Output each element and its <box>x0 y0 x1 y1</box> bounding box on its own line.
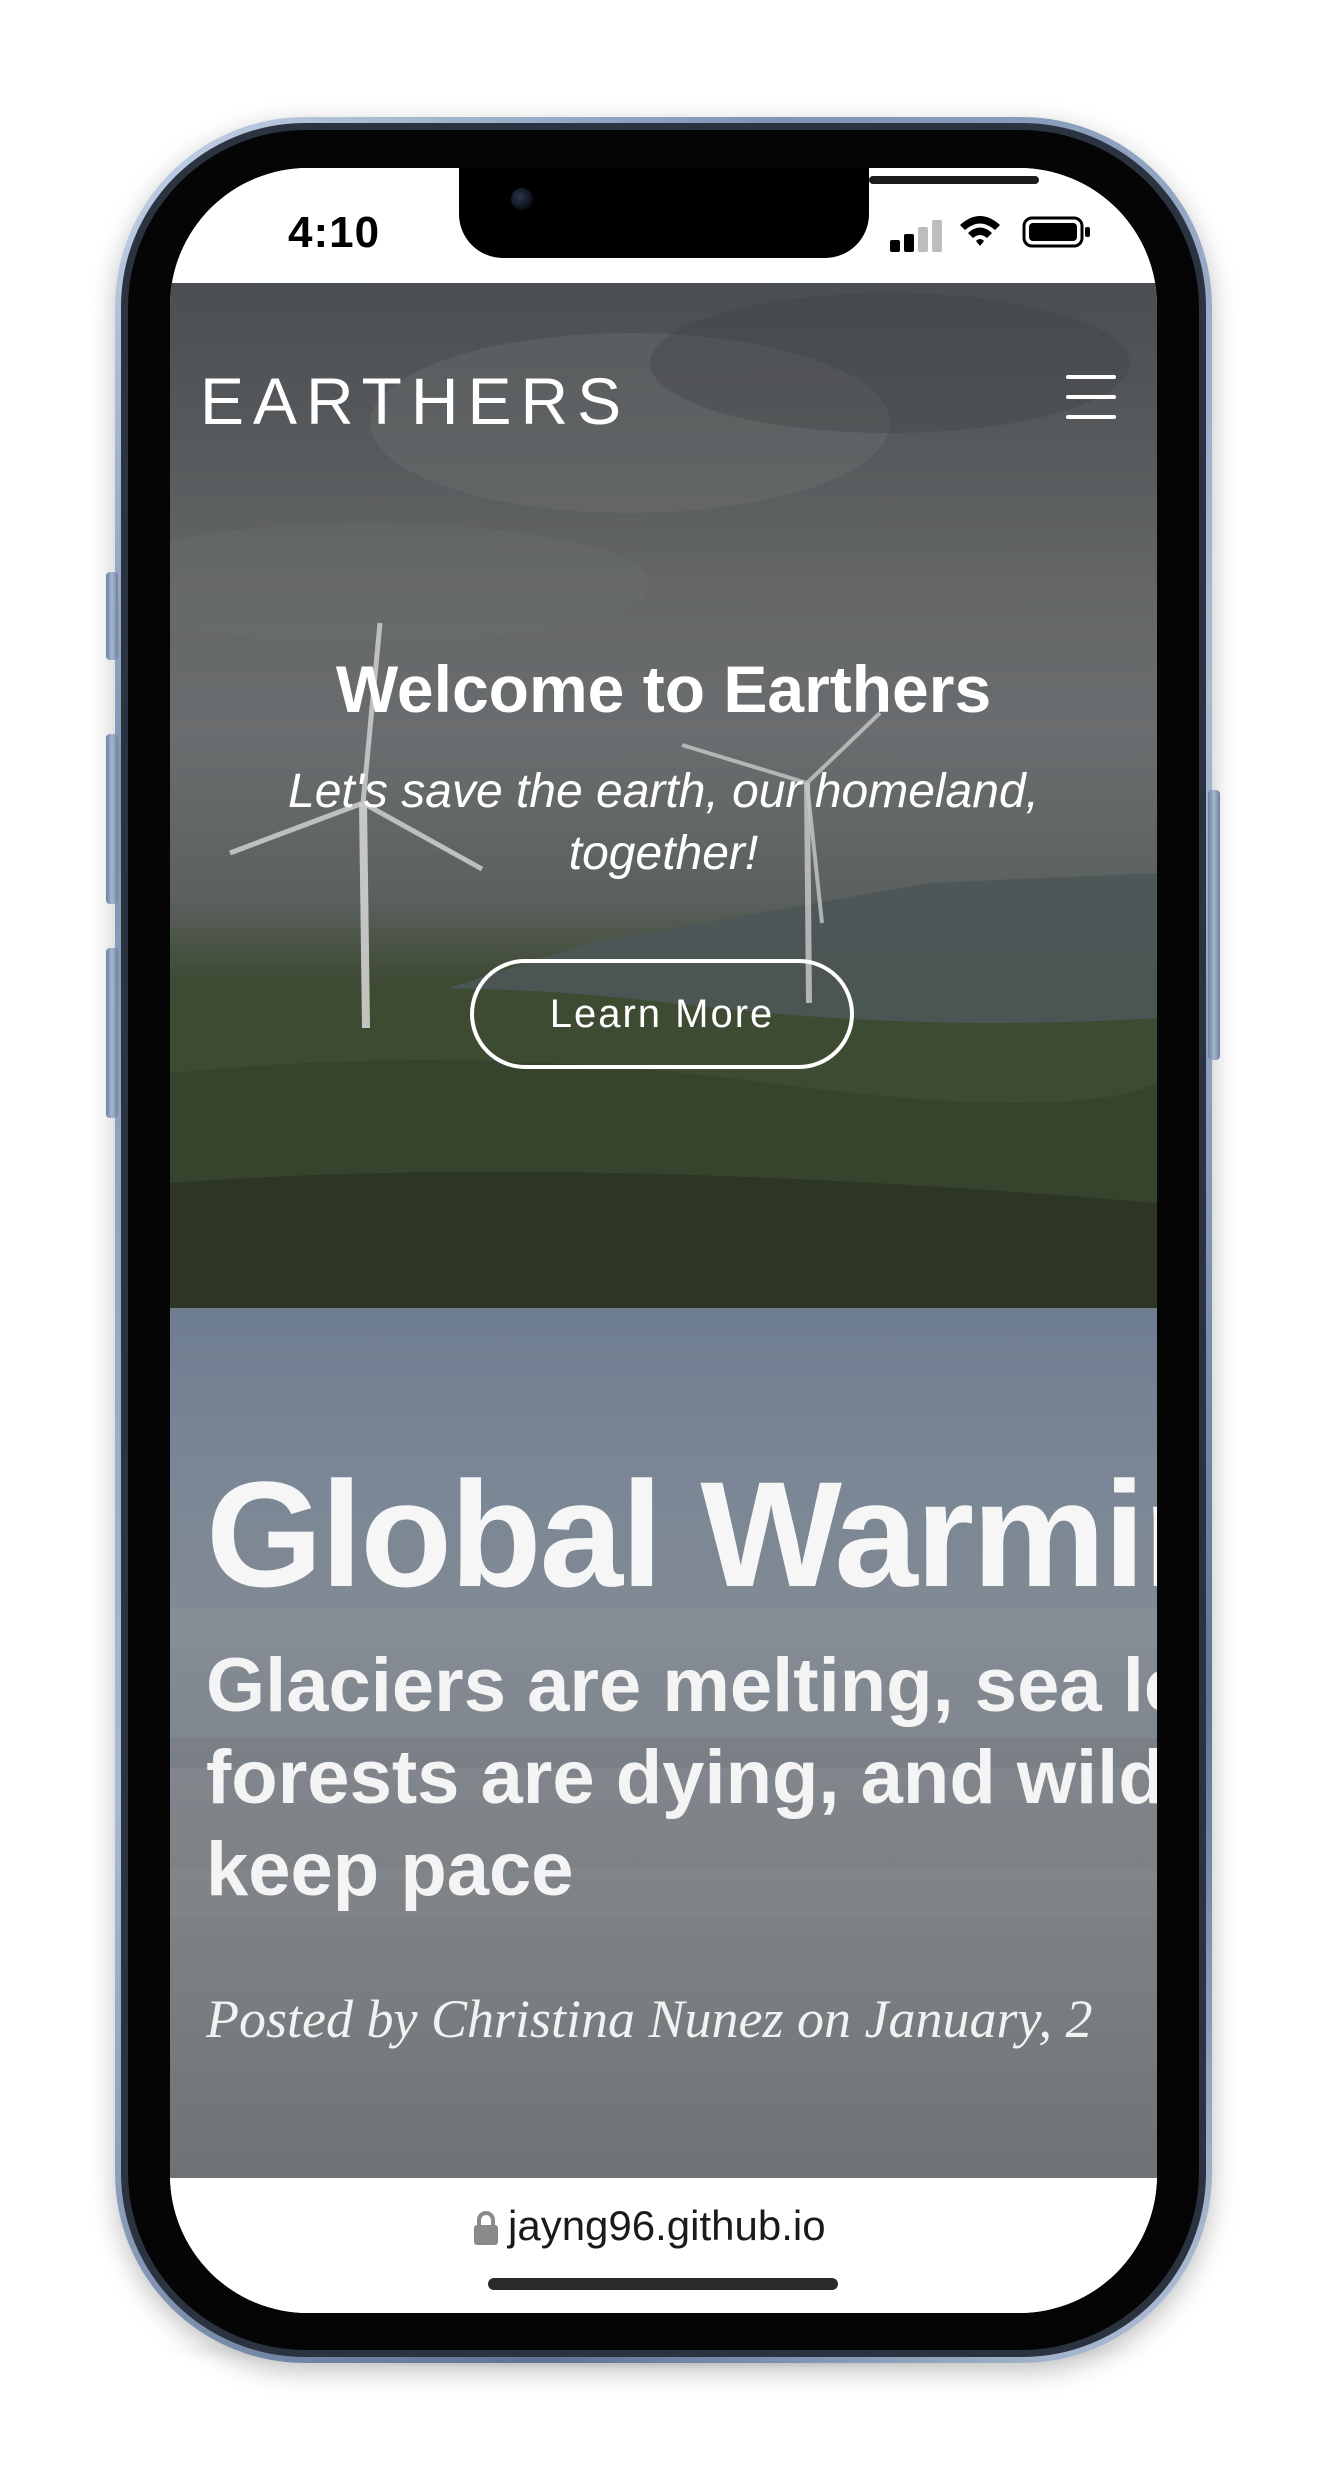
post-title[interactable]: Global Warmin <box>206 1448 1157 1621</box>
device-mockup: 4:10 EARTHERS Welcome to Earthers Let's … <box>0 0 1326 2475</box>
site-logo[interactable]: EARTHERS <box>200 363 630 439</box>
home-indicator[interactable] <box>488 2278 838 2290</box>
post-meta: Posted by Christina Nunez on January, 2 <box>206 1989 1093 2049</box>
hamburger-menu-icon[interactable] <box>1066 375 1116 419</box>
browser-url-bar[interactable]: jayng96.github.io <box>170 2178 1157 2313</box>
volume-up-button <box>106 734 118 904</box>
front-camera <box>511 188 533 210</box>
power-button <box>1208 790 1220 1060</box>
post-subtitle: Glaciers are melting, sea le forests are… <box>206 1643 1157 1912</box>
notch <box>459 168 1039 258</box>
silent-switch <box>106 572 118 660</box>
cellular-signal-icon <box>890 220 944 252</box>
wifi-icon <box>960 216 1000 246</box>
battery-icon <box>1022 216 1090 248</box>
status-bar: 4:10 <box>170 168 1157 283</box>
featured-post-section[interactable]: Global Warmin Glaciers are melting, sea … <box>170 1308 1157 2178</box>
volume-down-button <box>106 948 118 1118</box>
url-text[interactable]: jayng96.github.io <box>508 2202 826 2250</box>
learn-more-button[interactable]: Learn More <box>470 959 854 1069</box>
speaker-grille <box>869 176 1039 184</box>
hero-subtitle: Let's save the earth, our homeland, toge… <box>288 765 1039 880</box>
hero-title: Welcome to Earthers <box>335 652 992 726</box>
phone-screen: 4:10 EARTHERS Welcome to Earthers Let's … <box>170 168 1157 2313</box>
lock-icon <box>474 2211 498 2245</box>
hero-section: EARTHERS Welcome to Earthers Let's save … <box>170 283 1157 1308</box>
status-time: 4:10 <box>288 208 381 257</box>
